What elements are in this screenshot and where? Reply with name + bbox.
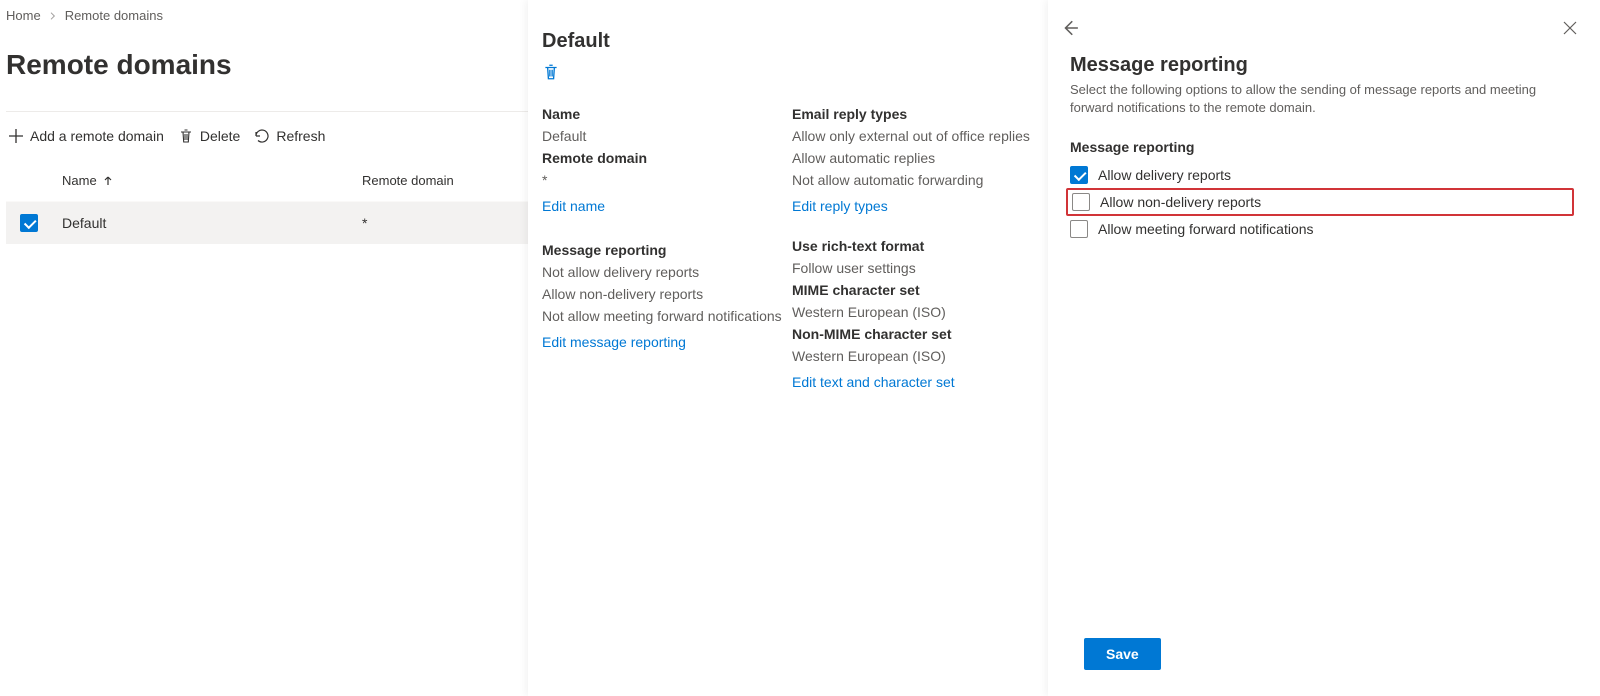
row-name: Default	[62, 215, 362, 231]
value-mime: Western European (ISO)	[792, 304, 1052, 320]
edit-message-reporting-link[interactable]: Edit message reporting	[542, 334, 686, 350]
checkbox-meeting-label: Allow meeting forward notifications	[1098, 221, 1314, 237]
delete-domain-button[interactable]	[542, 63, 560, 81]
close-button[interactable]	[1560, 18, 1580, 38]
label-richtext: Use rich-text format	[792, 238, 1052, 254]
col-name-label: Name	[62, 173, 97, 188]
value-msgrep-2: Allow non-delivery reports	[542, 286, 792, 302]
refresh-button[interactable]: Refresh	[254, 128, 325, 144]
checkbox-row-delivery[interactable]: Allow delivery reports	[1060, 161, 1580, 189]
checkbox-row-meeting[interactable]: Allow meeting forward notifications	[1060, 215, 1580, 243]
checkbox-nondelivery[interactable]	[1072, 193, 1090, 211]
col-header-name[interactable]: Name	[62, 173, 362, 188]
save-button[interactable]: Save	[1084, 638, 1161, 670]
label-message-reporting: Message reporting	[542, 242, 792, 258]
refresh-icon	[254, 128, 270, 144]
form-title: Message reporting	[1060, 54, 1580, 77]
edit-name-link[interactable]: Edit name	[542, 198, 605, 214]
breadcrumb-current: Remote domains	[65, 8, 163, 23]
message-reporting-panel: Message reporting Select the following o…	[1048, 0, 1600, 696]
form-description: Select the following options to allow th…	[1060, 81, 1580, 117]
add-remote-domain-button[interactable]: Add a remote domain	[8, 128, 164, 144]
edit-text-charset-link[interactable]: Edit text and character set	[792, 374, 955, 390]
plus-icon	[8, 128, 24, 144]
delete-button[interactable]: Delete	[178, 128, 240, 144]
checkbox-meeting[interactable]	[1070, 220, 1088, 238]
value-richtext: Follow user settings	[792, 260, 1052, 276]
details-title: Default	[542, 30, 1048, 53]
value-name: Default	[542, 128, 792, 144]
value-msgrep-3: Not allow meeting forward notifications	[542, 308, 792, 324]
value-nonmime: Western European (ISO)	[792, 348, 1052, 364]
sort-asc-icon	[103, 176, 113, 186]
checkbox-row-nondelivery[interactable]: Allow non-delivery reports	[1066, 188, 1574, 216]
refresh-label: Refresh	[276, 128, 325, 144]
breadcrumb-home[interactable]: Home	[6, 8, 41, 23]
delete-label: Delete	[200, 128, 240, 144]
label-reply-types: Email reply types	[792, 106, 1052, 122]
details-panel: Default Name Default Remote domain * Edi…	[528, 0, 1048, 696]
form-section-label: Message reporting	[1060, 139, 1580, 155]
value-msgrep-1: Not allow delivery reports	[542, 264, 792, 280]
edit-reply-types-link[interactable]: Edit reply types	[792, 198, 888, 214]
value-reply-1: Allow only external out of office replie…	[792, 128, 1052, 144]
label-nonmime: Non-MIME character set	[792, 326, 1052, 342]
row-checkbox[interactable]	[20, 214, 38, 232]
back-button[interactable]	[1060, 18, 1080, 38]
checkbox-delivery[interactable]	[1070, 166, 1088, 184]
value-reply-2: Allow automatic replies	[792, 150, 1052, 166]
label-domain: Remote domain	[542, 150, 792, 166]
trash-icon	[178, 128, 194, 144]
chevron-right-icon	[49, 12, 57, 20]
value-domain: *	[542, 172, 792, 188]
checkbox-delivery-label: Allow delivery reports	[1098, 167, 1231, 183]
checkbox-nondelivery-label: Allow non-delivery reports	[1100, 194, 1261, 210]
add-label: Add a remote domain	[30, 128, 164, 144]
label-name: Name	[542, 106, 792, 122]
value-reply-3: Not allow automatic forwarding	[792, 172, 1052, 188]
label-mime: MIME character set	[792, 282, 1052, 298]
